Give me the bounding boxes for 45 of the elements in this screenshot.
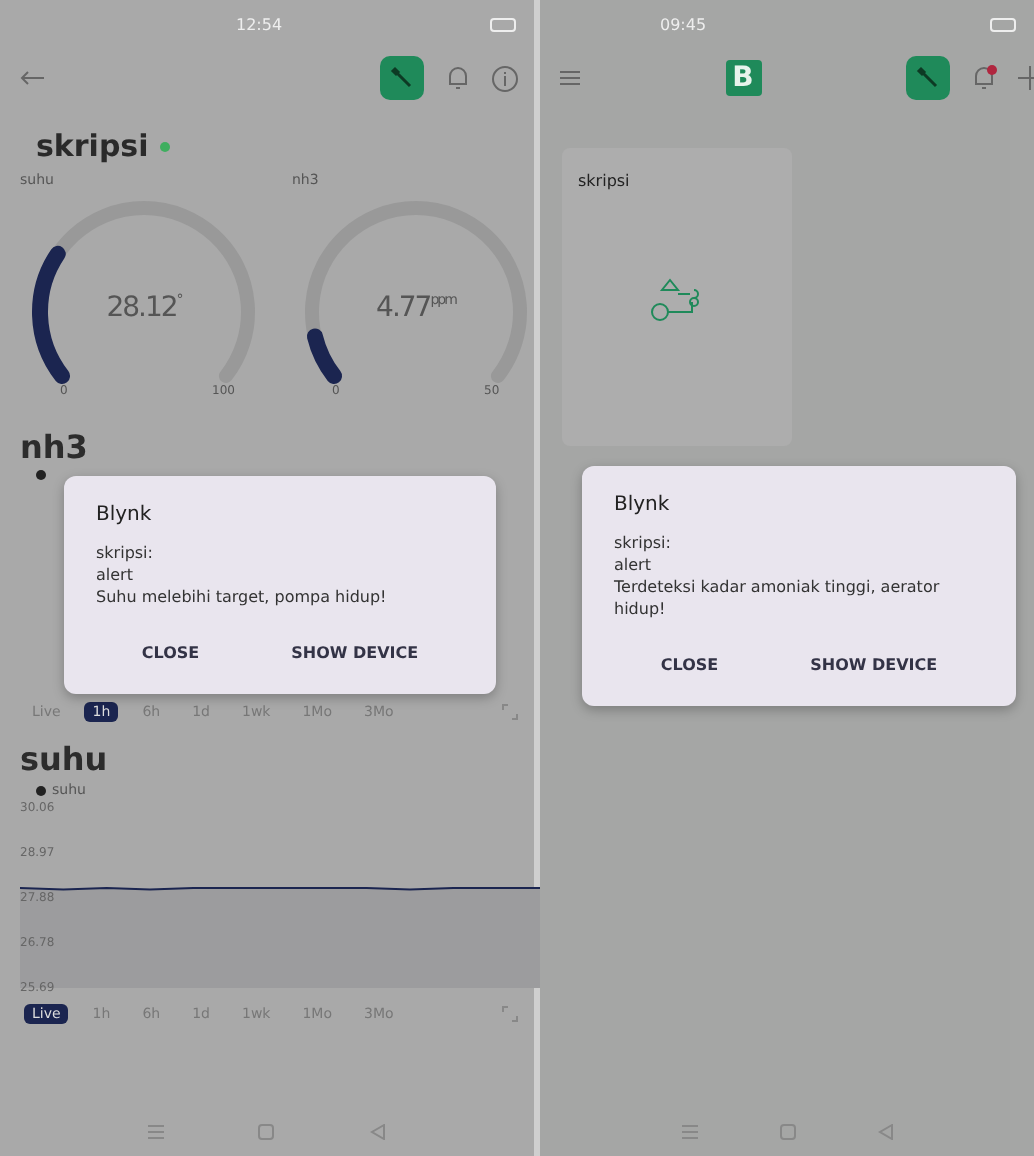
info-icon[interactable] [492, 65, 518, 91]
menu-icon[interactable] [681, 1124, 697, 1140]
back-icon[interactable] [877, 1124, 893, 1140]
expand-icon[interactable] [502, 704, 518, 720]
expand-icon[interactable] [502, 1006, 518, 1022]
dialog-button[interactable]: CLOSE [133, 636, 208, 670]
device-name: skripsi [578, 172, 630, 190]
dialog-message: alert [614, 554, 653, 576]
wrench-button[interactable] [380, 56, 424, 100]
bell-icon[interactable] [444, 64, 472, 92]
wrench-icon [916, 66, 940, 90]
dialog-button[interactable]: SHOW DEVICE [802, 648, 946, 682]
chart-title: suhu [18, 740, 108, 778]
bell-icon[interactable] [970, 64, 998, 92]
add-icon[interactable] [1018, 66, 1034, 90]
dialog-message: Terdeteksi kadar amoniak tinggi, aerator hidup! [614, 576, 942, 620]
wrench-button[interactable] [906, 56, 950, 100]
dialog-message: skripsi: [96, 542, 155, 564]
dialog-title: Blynk [96, 504, 154, 526]
status-time: 09:45 [660, 15, 707, 33]
wrench-icon [390, 66, 414, 90]
gauge-fill [306, 328, 343, 385]
device-icon [649, 278, 705, 322]
battery-icon [990, 17, 1018, 31]
dialog-button[interactable]: CLOSE [652, 648, 727, 682]
dialog-message: Suhu melebihi target, pompa hidup! [96, 586, 389, 608]
home-icon[interactable] [779, 1124, 795, 1140]
chart-title: nh3 [18, 428, 88, 466]
status-time: 12:54 [236, 15, 283, 33]
device-title: skripsi [36, 128, 149, 164]
app-logo: B [725, 60, 761, 96]
battery-icon [490, 17, 518, 31]
dialog-message: alert [96, 564, 135, 586]
menu-icon[interactable] [147, 1124, 164, 1140]
legend-dot [36, 470, 46, 480]
back-arrow-icon[interactable] [20, 70, 44, 86]
gauge-fill [32, 245, 71, 385]
dialog-button[interactable]: SHOW DEVICE [283, 636, 427, 670]
device-card[interactable]: skripsi [562, 148, 792, 446]
dialog-title: Blynk [614, 494, 672, 516]
dialog-message: skripsi: [614, 532, 673, 554]
legend-dot [36, 785, 46, 795]
back-icon[interactable] [370, 1124, 387, 1140]
menu-icon[interactable] [560, 70, 580, 86]
home-icon[interactable] [258, 1124, 275, 1140]
